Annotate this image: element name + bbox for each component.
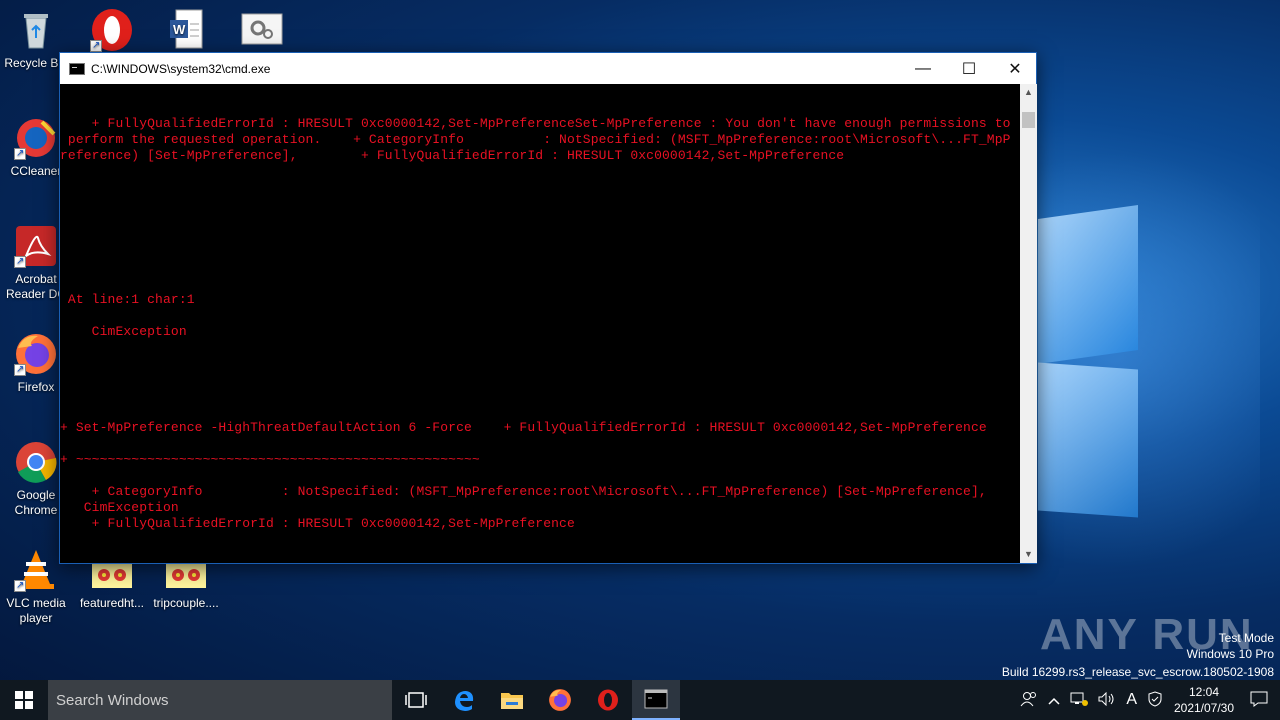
watermark-edition: Windows 10 Pro bbox=[1186, 647, 1274, 661]
notification-icon[interactable] bbox=[1250, 691, 1268, 710]
watermark-build: Build 16299.rs3_release_svc_escrow.18050… bbox=[1001, 665, 1274, 679]
firefox-icon bbox=[14, 332, 58, 377]
desktop-icon-label: tripcouple.... bbox=[153, 596, 219, 610]
search-input[interactable]: Search Windows bbox=[48, 680, 392, 720]
console-line: At line:1 char:1 bbox=[60, 292, 195, 307]
opera-icon bbox=[598, 689, 618, 711]
clock-date: 2021/07/30 bbox=[1173, 701, 1235, 715]
shortcut-arrow-icon bbox=[90, 38, 102, 53]
gear-file-icon bbox=[240, 8, 284, 52]
desktop-icon-settings-file[interactable] bbox=[226, 8, 298, 56]
defender-icon[interactable] bbox=[1147, 690, 1163, 710]
acrobat-icon bbox=[14, 224, 58, 269]
desktop-icon-featuredht[interactable]: featuredht... bbox=[76, 556, 148, 611]
start-button[interactable] bbox=[0, 680, 48, 720]
clock[interactable]: 12:04 2021/07/30 bbox=[1168, 684, 1240, 716]
desktop-icon-word-doc[interactable]: W bbox=[150, 8, 222, 56]
minimize-button[interactable]: — bbox=[900, 53, 946, 84]
windows-logo-icon bbox=[15, 691, 33, 709]
cmd-window[interactable]: C:\WINDOWS\system32\cmd.exe — ☐ ✕ + Full… bbox=[59, 52, 1037, 564]
svg-text:W: W bbox=[173, 22, 186, 37]
console-line: CimException bbox=[60, 324, 187, 339]
chrome-icon bbox=[14, 440, 58, 484]
ime-indicator[interactable]: A bbox=[1126, 691, 1137, 709]
network-icon[interactable] bbox=[1070, 692, 1089, 709]
recycle-bin-icon bbox=[14, 8, 58, 52]
console-line: CimException bbox=[60, 500, 179, 515]
clock-time: 12:04 bbox=[1188, 685, 1220, 699]
desktop-icon-opera[interactable] bbox=[76, 8, 148, 56]
vertical-scrollbar[interactable]: ▲ ▼ bbox=[1020, 84, 1037, 563]
console-line: + ~~~~~~~~~~~~~~~~~~~~~~~~~~~~~~~~~~~~~~… bbox=[60, 452, 480, 467]
maximize-button[interactable]: ☐ bbox=[946, 53, 992, 84]
taskbar-opera[interactable] bbox=[584, 680, 632, 720]
desktop-icon-label: VLC media player bbox=[6, 596, 66, 625]
people-icon[interactable] bbox=[1020, 691, 1038, 710]
folder-icon bbox=[501, 693, 523, 709]
edge-icon bbox=[455, 691, 474, 711]
opera-icon bbox=[90, 8, 134, 53]
cmd-icon bbox=[69, 62, 85, 75]
word-document-icon: W bbox=[164, 8, 208, 52]
close-button[interactable]: ✕ bbox=[992, 53, 1038, 84]
chevron-up-icon[interactable] bbox=[1048, 693, 1060, 708]
console-line: perform the requested operation. + Categ… bbox=[60, 132, 1011, 147]
window-titlebar[interactable]: C:\WINDOWS\system32\cmd.exe — ☐ ✕ bbox=[60, 53, 1036, 84]
taskbar-file-explorer[interactable] bbox=[488, 680, 536, 720]
task-view-button[interactable] bbox=[392, 680, 440, 720]
watermark-test-mode: Test Mode bbox=[1218, 631, 1274, 645]
taskbar-cmd[interactable] bbox=[632, 680, 680, 720]
scrollbar-thumb[interactable] bbox=[1022, 112, 1035, 128]
console-line: reference) [Set-MpPreference], + FullyQu… bbox=[60, 148, 845, 163]
desktop-icon-label: featuredht... bbox=[79, 596, 145, 610]
shortcut-arrow-icon bbox=[14, 578, 26, 593]
wallpaper-beam-bottom bbox=[1038, 362, 1138, 518]
console-line: + FullyQualifiedErrorId : HRESULT 0xc000… bbox=[60, 516, 575, 531]
cmd-icon bbox=[644, 689, 668, 709]
scroll-down-arrow-icon[interactable]: ▼ bbox=[1020, 546, 1037, 563]
taskbar-firefox[interactable] bbox=[536, 680, 584, 720]
scroll-up-arrow-icon[interactable]: ▲ bbox=[1020, 84, 1037, 101]
console-line: + CategoryInfo : NotSpecified: (MSFT_MpP… bbox=[60, 484, 987, 499]
console-line: + Set-MpPreference -HighThreatDefaultAct… bbox=[60, 420, 987, 435]
console-output[interactable]: + FullyQualifiedErrorId : HRESULT 0xc000… bbox=[60, 84, 1020, 563]
firefox-icon bbox=[549, 689, 571, 711]
system-tray: A 12:04 2021/07/30 bbox=[1015, 680, 1280, 720]
shortcut-arrow-icon bbox=[14, 254, 26, 269]
wallpaper-beam-top bbox=[1038, 204, 1138, 365]
taskbar: Search Windows A 12:04 2021/07/30 bbox=[0, 680, 1280, 720]
task-view-icon bbox=[405, 692, 427, 708]
window-title: C:\WINDOWS\system32\cmd.exe bbox=[91, 61, 271, 76]
taskbar-edge[interactable] bbox=[440, 680, 488, 720]
volume-icon[interactable] bbox=[1098, 691, 1116, 709]
console-line: + FullyQualifiedErrorId : HRESULT 0xc000… bbox=[60, 116, 1011, 131]
shortcut-arrow-icon bbox=[14, 146, 26, 161]
desktop-icon-tripcouple[interactable]: tripcouple.... bbox=[150, 556, 222, 611]
shortcut-arrow-icon bbox=[14, 362, 26, 377]
ccleaner-icon bbox=[14, 116, 58, 161]
vlc-icon bbox=[14, 548, 58, 593]
